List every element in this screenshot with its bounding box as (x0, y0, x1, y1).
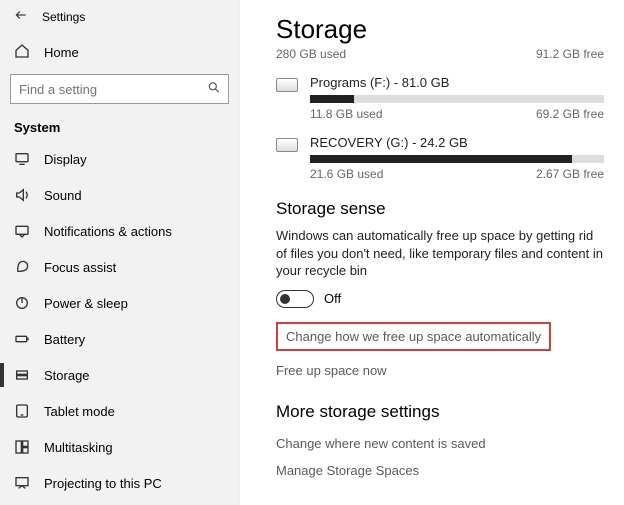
change-free-up-link[interactable]: Change how we free up space automaticall… (286, 329, 541, 344)
power-icon (14, 295, 30, 311)
sidebar-item-label: Multitasking (44, 440, 113, 455)
sidebar-item-label: Projecting to this PC (44, 476, 162, 491)
drive-body: RECOVERY (G:) - 24.2 GB 21.6 GB used 2.67 … (310, 135, 604, 181)
sidebar-item-label: Notifications & actions (44, 224, 172, 239)
sidebar-item-battery[interactable]: Battery (0, 321, 239, 357)
nav-list: Display Sound Notifications & actions Focus… (0, 141, 239, 501)
focus-icon (14, 259, 30, 275)
drive-title: RECOVERY (G:) - 24.2 GB (310, 135, 604, 150)
battery-icon (14, 331, 30, 347)
overall-storage-row: 280 GB used 91.2 GB free (276, 47, 604, 61)
drive-used: 21.6 GB used (310, 167, 383, 181)
sidebar-item-focus[interactable]: Focus assist (0, 249, 239, 285)
title-bar: Settings (0, 0, 239, 35)
search-icon (207, 81, 221, 98)
search-input[interactable] (10, 74, 229, 104)
home-nav[interactable]: Home (0, 35, 239, 72)
sidebar-item-multitasking[interactable]: Multitasking (0, 429, 239, 465)
sidebar-item-label: Display (44, 152, 87, 167)
drive-stats: 11.8 GB used 69.2 GB free (310, 107, 604, 121)
sidebar-item-notifications[interactable]: Notifications & actions (0, 213, 239, 249)
storage-sense-heading: Storage sense (276, 199, 604, 219)
storage-sense-toggle[interactable] (276, 290, 314, 308)
drives-list: Programs (F:) - 81.0 GB 11.8 GB used 69.2 … (276, 75, 604, 181)
drive-usage-bar (310, 95, 604, 103)
storage-icon (14, 367, 30, 383)
home-label: Home (44, 45, 79, 60)
projecting-icon (14, 475, 30, 491)
sidebar-item-label: Storage (44, 368, 90, 383)
overall-used: 280 GB used (276, 47, 346, 61)
home-icon (14, 43, 30, 62)
sidebar-item-label: Battery (44, 332, 85, 347)
sidebar-item-storage[interactable]: Storage (0, 357, 239, 393)
drive-stats: 21.6 GB used 2.67 GB free (310, 167, 604, 181)
category-heading: System (0, 112, 239, 141)
free-up-now-link[interactable]: Free up space now (276, 357, 604, 384)
sidebar-item-power[interactable]: Power & sleep (0, 285, 239, 321)
drive-free: 69.2 GB free (536, 107, 604, 121)
drive-body: Programs (F:) - 81.0 GB 11.8 GB used 69.2 … (310, 75, 604, 121)
main-content: Storage 280 GB used 91.2 GB free Program… (240, 0, 624, 505)
tablet-icon (14, 403, 30, 419)
overall-free: 91.2 GB free (536, 47, 604, 61)
sidebar: Settings Home System Display Sound Notific… (0, 0, 240, 505)
drive-icon (276, 78, 298, 92)
drive-used: 11.8 GB used (310, 107, 383, 121)
search-box (10, 74, 229, 104)
sidebar-item-sound[interactable]: Sound (0, 177, 239, 213)
sidebar-item-display[interactable]: Display (0, 141, 239, 177)
drive-row[interactable]: Programs (F:) - 81.0 GB 11.8 GB used 69.2 … (276, 75, 604, 121)
notifications-icon (14, 223, 30, 239)
multitasking-icon (14, 439, 30, 455)
sidebar-item-label: Tablet mode (44, 404, 115, 419)
app-title: Settings (42, 10, 85, 24)
page-title: Storage (276, 14, 604, 45)
sidebar-item-label: Sound (44, 188, 82, 203)
display-icon (14, 151, 30, 167)
more-storage-heading: More storage settings (276, 402, 604, 422)
highlight-box: Change how we free up space automaticall… (276, 322, 551, 351)
storage-sense-toggle-label: Off (324, 291, 341, 306)
back-icon[interactable] (14, 8, 28, 25)
sidebar-item-label: Focus assist (44, 260, 116, 275)
sound-icon (14, 187, 30, 203)
drive-icon (276, 138, 298, 152)
sidebar-item-tablet[interactable]: Tablet mode (0, 393, 239, 429)
change-where-saved-link[interactable]: Change where new content is saved (276, 430, 604, 457)
drive-usage-bar (310, 155, 604, 163)
drive-free: 2.67 GB free (536, 167, 604, 181)
storage-sense-toggle-row: Off (276, 290, 604, 308)
storage-sense-body: Windows can automatically free up space … (276, 227, 604, 280)
manage-spaces-link[interactable]: Manage Storage Spaces (276, 457, 604, 484)
drive-title: Programs (F:) - 81.0 GB (310, 75, 604, 90)
drive-row[interactable]: RECOVERY (G:) - 24.2 GB 21.6 GB used 2.67 … (276, 135, 604, 181)
sidebar-item-label: Power & sleep (44, 296, 128, 311)
sidebar-item-projecting[interactable]: Projecting to this PC (0, 465, 239, 501)
